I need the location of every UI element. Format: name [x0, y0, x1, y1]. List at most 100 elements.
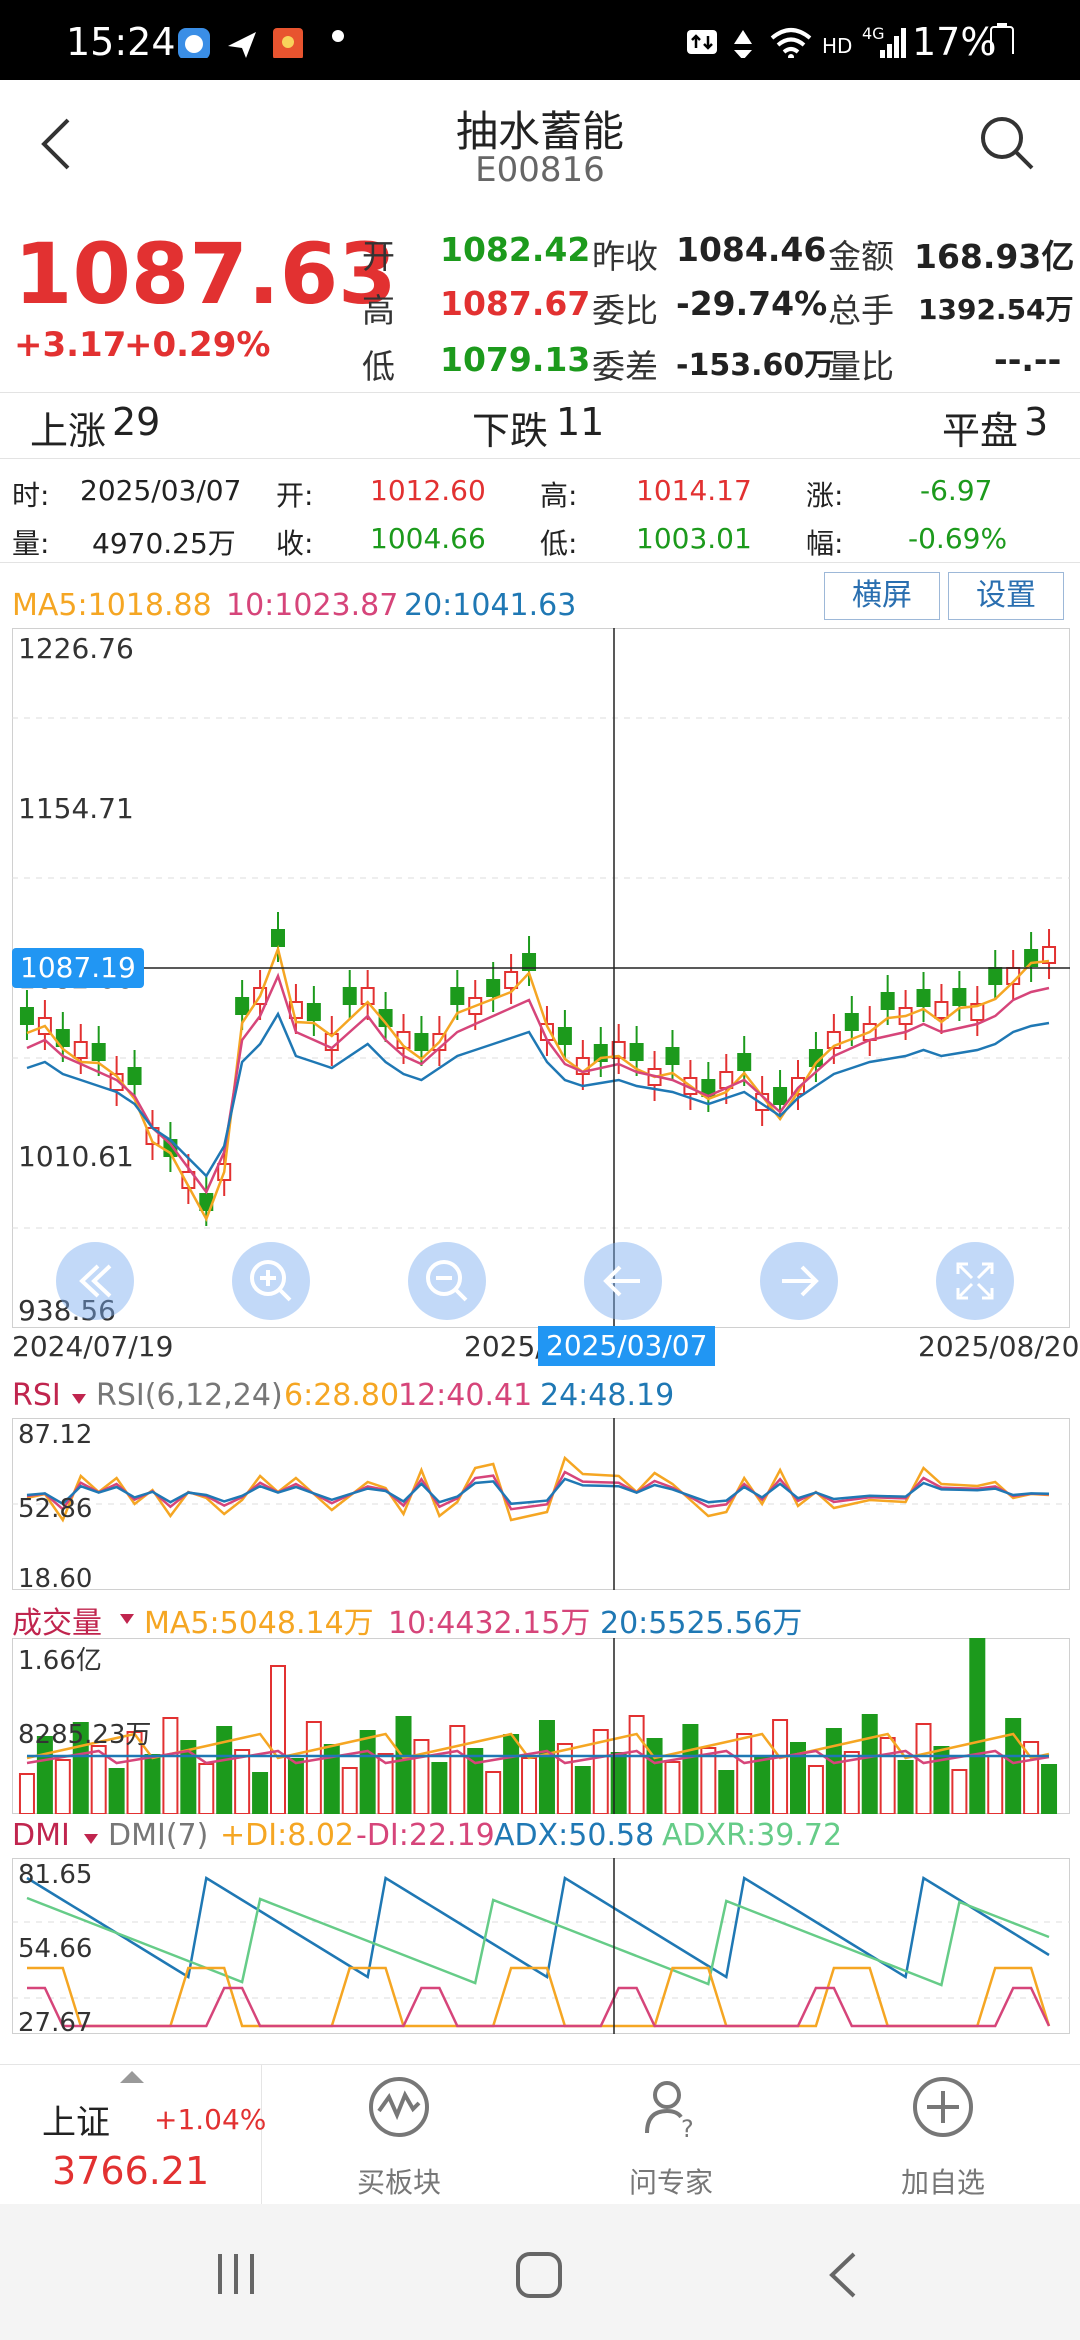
volume-bar	[915, 1723, 932, 1814]
nav-label: 加自选	[900, 2166, 985, 2199]
rsi-title[interactable]: RSI	[12, 1378, 61, 1413]
rsi-chart[interactable]	[0, 1418, 1080, 1590]
pdi-line	[27, 1966, 1051, 2028]
candle-body	[557, 1027, 572, 1045]
system-back-icon[interactable]	[824, 2250, 860, 2300]
rsi-tick: 52.86	[18, 1494, 93, 1524]
high-value: 1087.67	[440, 284, 591, 323]
volume-bar	[700, 1747, 717, 1814]
dmi-chart[interactable]	[0, 1858, 1080, 2034]
volume-bar	[1041, 1764, 1058, 1814]
nav-add-watchlist[interactable]: 加自选	[808, 2065, 1078, 2205]
commit-ratio-value: -29.74%	[676, 284, 828, 323]
volume-bar	[413, 1739, 430, 1814]
mdi-legend: -DI:22.19	[356, 1818, 495, 1853]
fullscreen-button[interactable]	[936, 1242, 1014, 1320]
rsi6-legend: 6:28.80	[284, 1378, 400, 1413]
candle-body	[414, 1033, 429, 1051]
vol-ratio-label: 量比	[828, 347, 894, 386]
candle-body	[844, 1013, 859, 1031]
volume-bar	[395, 1716, 412, 1814]
info-open: 1012.60	[370, 474, 486, 507]
dmi-tick: 81.65	[18, 1860, 93, 1890]
nav-ask-expert[interactable]: ? 问专家	[536, 2065, 806, 2205]
settings-button[interactable]: 设置	[948, 572, 1064, 620]
candle-body	[988, 967, 1003, 985]
data-transfer-icon	[687, 30, 717, 54]
zoom-in-button[interactable]	[232, 1242, 310, 1320]
zoom-out-button[interactable]	[408, 1242, 486, 1320]
home-icon[interactable]	[514, 2250, 564, 2300]
down-label: 下跌	[472, 409, 549, 453]
volume-bar	[234, 1749, 251, 1814]
low-label: 低	[362, 347, 395, 386]
vol-ma10-legend: 10:4432.15万	[388, 1606, 591, 1641]
open-label: 开	[362, 237, 395, 276]
price-change: +3.17	[14, 325, 127, 365]
dmi-title[interactable]: DMI	[12, 1818, 70, 1853]
volume-bar	[951, 1769, 968, 1814]
dmi-params: DMI(7)	[108, 1818, 209, 1853]
rsi-dropdown-icon[interactable]	[70, 1392, 88, 1406]
high-label: 高	[362, 291, 395, 330]
x-start-label: 2024/07/19	[12, 1330, 174, 1363]
search-icon[interactable]	[978, 114, 1036, 172]
status-bar: 15:24 HD 4G 17%	[0, 0, 1080, 80]
red-packet-icon	[273, 28, 303, 58]
volume-bar	[969, 1638, 986, 1814]
index-pct: +1.04%	[154, 2103, 267, 2136]
volume-bar	[861, 1714, 878, 1814]
scroll-left-button[interactable]	[584, 1242, 662, 1320]
dmi-dropdown-icon[interactable]	[82, 1832, 100, 1846]
system-nav-bar	[0, 2204, 1080, 2340]
info-chg: -6.97	[920, 474, 993, 507]
scroll-far-left-button[interactable]	[56, 1242, 134, 1320]
ma5-legend: MA5:1018.88	[12, 588, 212, 623]
info-time-label: 时:	[12, 479, 50, 512]
volume-bar	[54, 1759, 71, 1814]
nav-buy-sector[interactable]: 买板块	[264, 2065, 534, 2205]
pdi-legend: +DI:8.02	[220, 1818, 354, 1853]
amount-label: 金额	[828, 237, 894, 276]
volume-bar	[628, 1715, 645, 1814]
network-label: HD	[822, 34, 853, 58]
adx-line	[26, 1875, 1050, 1980]
volume-bar	[287, 1758, 304, 1814]
volume-title[interactable]: 成交量	[12, 1598, 102, 1642]
kline-chart[interactable]	[0, 628, 1080, 1368]
price-change-pct: +0.29%	[124, 325, 271, 365]
volume-bar	[736, 1733, 753, 1814]
candle-body	[91, 1043, 106, 1061]
flat-label: 平盘	[942, 409, 1019, 453]
candle-body	[916, 989, 931, 1007]
volume-dropdown-icon[interactable]	[118, 1612, 136, 1626]
scroll-right-button[interactable]	[760, 1242, 838, 1320]
volume-chart[interactable]	[0, 1638, 1080, 1814]
prev-close-label: 昨收	[592, 237, 658, 276]
vol-ma5-line	[26, 1732, 1050, 1760]
info-vol: 4970.25万	[92, 527, 236, 560]
commit-ratio-label: 委比	[592, 291, 658, 330]
ma20-line	[26, 1011, 1050, 1179]
landscape-button[interactable]: 横屏	[824, 572, 940, 620]
dmi-tick: 54.66	[18, 1934, 93, 1964]
index-ticker[interactable]: 上证 +1.04% 3766.21	[0, 2065, 266, 2205]
cell-signal-icon	[880, 28, 906, 58]
index-value: 3766.21	[52, 2149, 210, 2193]
rsi12-legend: 12:40.41	[398, 1378, 533, 1413]
kline-y-tick: 1010.61	[18, 1140, 134, 1173]
volume-bar	[897, 1760, 914, 1814]
volume-bar	[718, 1770, 735, 1814]
rsi-tick: 18.60	[18, 1564, 93, 1594]
candle-body	[773, 1087, 788, 1105]
recent-apps-icon[interactable]	[212, 2252, 262, 2296]
volume-bar	[825, 1728, 842, 1814]
open-value: 1082.42	[440, 230, 591, 269]
expand-up-icon[interactable]	[118, 2069, 146, 2085]
candle-body	[342, 987, 357, 1005]
candle-body	[235, 997, 250, 1015]
candle-body	[271, 929, 285, 947]
vol-ma20-legend: 20:5525.56万	[600, 1606, 803, 1641]
volume-bar	[162, 1717, 179, 1814]
candle-body	[629, 1043, 644, 1061]
